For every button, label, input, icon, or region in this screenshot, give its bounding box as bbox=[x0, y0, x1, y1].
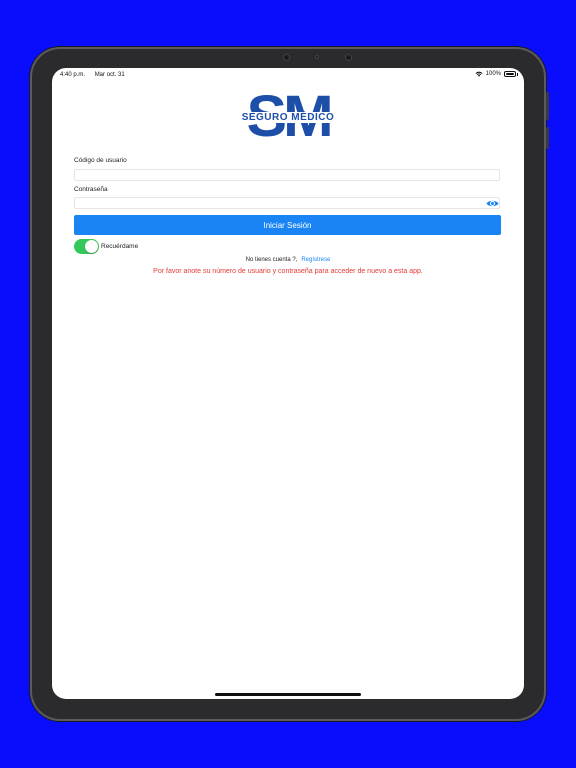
password-label: Contraseña bbox=[74, 186, 108, 193]
toggle-knob bbox=[85, 240, 98, 253]
user-code-input[interactable] bbox=[74, 169, 500, 181]
password-input[interactable] bbox=[74, 197, 500, 209]
register-prompt: No tienes cuenta ?, Regístrese bbox=[52, 257, 524, 263]
remember-me-toggle[interactable] bbox=[74, 239, 99, 254]
camera-sensor bbox=[345, 54, 352, 61]
login-button[interactable]: Iniciar Sesión bbox=[74, 215, 501, 235]
app-screen: 4:40 p.m. Mar oct. 31 100% SM SEGURO MÉD… bbox=[52, 68, 524, 699]
power-button bbox=[546, 92, 549, 120]
battery-percent: 100% bbox=[485, 71, 501, 77]
eye-icon[interactable] bbox=[486, 199, 499, 208]
seguro-medico-logo: SM SEGURO MÉDICO bbox=[238, 88, 338, 146]
wifi-icon bbox=[475, 71, 483, 77]
home-indicator[interactable] bbox=[215, 693, 361, 696]
status-bar: 4:40 p.m. Mar oct. 31 100% bbox=[52, 68, 524, 82]
battery-icon bbox=[504, 71, 518, 77]
warning-message: Por favor anote su número de usuario y c… bbox=[153, 268, 423, 275]
logo-text: SEGURO MÉDICO bbox=[238, 112, 338, 123]
user-code-label: Código de usuario bbox=[74, 157, 127, 164]
register-link[interactable]: Regístrese bbox=[301, 257, 330, 263]
remember-me-label: Recuérdame bbox=[101, 243, 139, 250]
volume-up-button bbox=[546, 127, 549, 149]
camera-icon bbox=[315, 55, 319, 59]
camera-sensor bbox=[283, 54, 290, 61]
status-time: 4:40 p.m. bbox=[60, 72, 86, 78]
status-date: Mar oct. 31 bbox=[94, 72, 125, 78]
camera-bar bbox=[283, 52, 353, 62]
no-account-text: No tienes cuenta ?, bbox=[245, 257, 298, 263]
app-store-background: 4:40 p.m. Mar oct. 31 100% SM SEGURO MÉD… bbox=[0, 0, 576, 768]
